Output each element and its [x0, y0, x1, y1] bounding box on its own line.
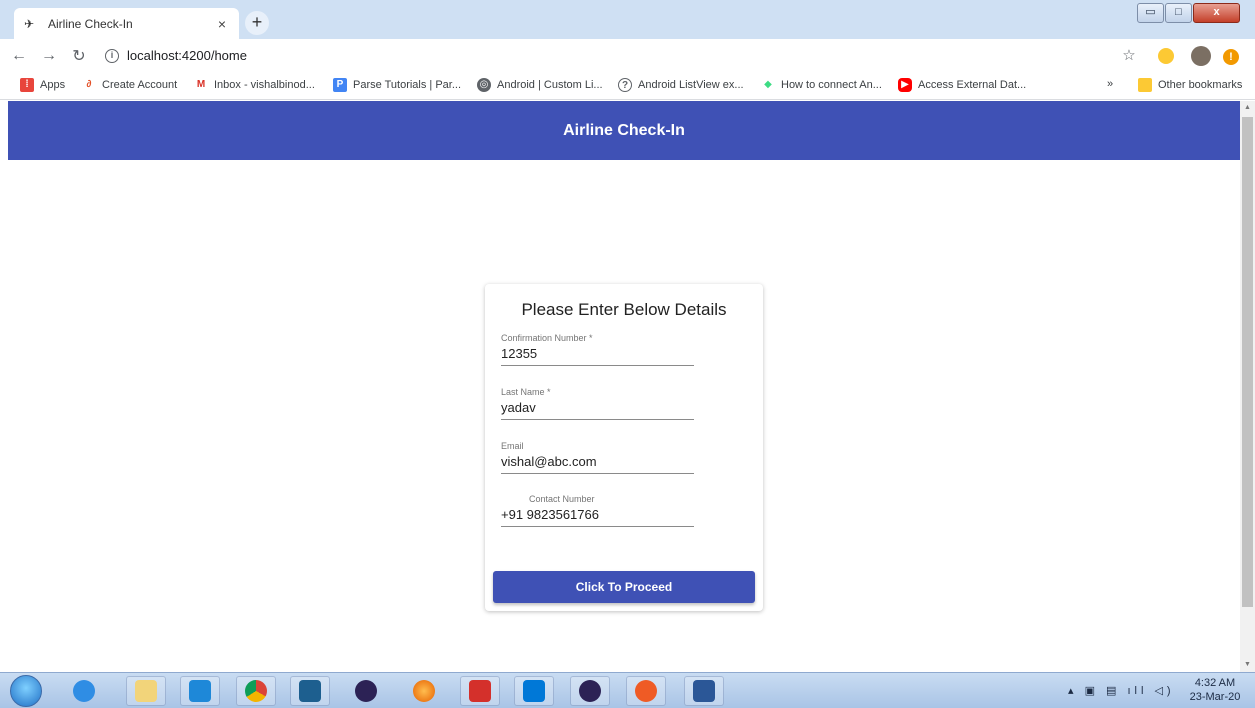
extension-key-icon[interactable]	[1155, 45, 1177, 67]
chrome-icon[interactable]	[236, 676, 276, 706]
bookmark-how-to-connect[interactable]: ◆ How to connect An...	[761, 78, 882, 92]
minimize-button[interactable]: ▭	[1137, 3, 1164, 23]
word-icon[interactable]	[684, 676, 724, 706]
apps-grid-icon: ⁞	[20, 78, 34, 92]
bookmarks-overflow-label: »	[1107, 78, 1114, 90]
scroll-up-arrow-icon[interactable]: ▲	[1240, 101, 1255, 115]
bookmarks-overflow-button[interactable]: »	[1107, 78, 1113, 90]
bookmark-label: Android | Custom Li...	[497, 79, 603, 91]
contact-number-field[interactable]: Contact Number +91 9823561766	[501, 494, 694, 527]
confirmation-number-input[interactable]: 12355	[501, 345, 694, 365]
bookmark-label: Apps	[40, 79, 66, 91]
email-label: Email	[501, 441, 524, 451]
bookmarks-bar: ⁞ Apps ∂ Create Account M Inbox - vishal…	[0, 72, 1255, 100]
site-info-icon[interactable]: i	[105, 48, 119, 63]
update-alert-icon[interactable]: !	[1220, 45, 1242, 67]
windows-taskbar: ▴ ▣ ▤ ıll ◁) 4:32 AM 23-Mar-20	[0, 672, 1255, 708]
bookmark-label: Android ListView ex...	[638, 79, 744, 91]
bookmark-label: Parse Tutorials | Par...	[353, 79, 462, 91]
profile-avatar[interactable]	[1190, 45, 1212, 67]
bookmark-android-custom[interactable]: ◎ Android | Custom Li...	[477, 78, 603, 92]
proceed-button[interactable]: Click To Proceed	[493, 571, 755, 603]
tab-close-button[interactable]: ×	[215, 16, 229, 32]
media-player-icon[interactable]	[180, 676, 220, 706]
forward-arrow-icon[interactable]: →	[38, 47, 60, 65]
scroll-down-arrow-icon[interactable]: ▼	[1240, 658, 1255, 672]
create-account-icon: ∂	[82, 78, 96, 92]
email-field[interactable]: Email vishal@abc.com	[501, 441, 694, 474]
last-name-label: Last Name *	[501, 387, 551, 397]
bookmark-label: Create Account	[102, 79, 178, 91]
clock-time: 4:32 AM	[1194, 677, 1236, 689]
gmail-icon: M	[194, 78, 208, 92]
globe-icon: ◎	[477, 78, 491, 92]
address-bar[interactable]: i localhost:4200/home	[105, 43, 1105, 68]
parse-icon: P	[333, 78, 347, 92]
reload-icon[interactable]: ↻	[68, 46, 90, 66]
bookmark-create-account[interactable]: ∂ Create Account	[82, 78, 177, 92]
bookmark-android-listview[interactable]: ? Android ListView ex...	[618, 78, 744, 92]
page-viewport: Airline Check-In Please Enter Below Deta…	[8, 101, 1240, 672]
postman-icon[interactable]	[626, 676, 666, 706]
tab-title: Airline Check-In	[48, 16, 133, 31]
acrobat-icon[interactable]	[460, 676, 500, 706]
file-explorer-icon[interactable]	[126, 676, 166, 706]
browser-tab[interactable]: ✈ Airline Check-In ×	[14, 8, 239, 39]
android-icon: ◆	[761, 78, 775, 92]
url-text: localhost:4200/home	[127, 48, 247, 63]
system-tray: ▴ ▣ ▤ ıll ◁) 4:32 AM 23-Mar-20	[1068, 673, 1255, 708]
system-clock[interactable]: 4:32 AM 23-Mar-20	[1186, 676, 1244, 704]
tray-icons[interactable]: ▴ ▣ ▤ ıll ◁)	[1068, 684, 1175, 697]
other-bookmarks[interactable]: Other bookmarks	[1138, 78, 1242, 92]
contact-number-label: Contact Number	[529, 494, 595, 504]
bookmark-parse-tutorials[interactable]: P Parse Tutorials | Par...	[333, 78, 461, 92]
browser-tab-strip: ✈ Airline Check-In × + ▭ □ x	[0, 0, 1255, 39]
firefox-icon[interactable]	[404, 676, 444, 706]
other-bookmarks-label: Other bookmarks	[1158, 79, 1243, 91]
browser-toolbar: ← → ↻ i localhost:4200/home ☆ !	[0, 39, 1255, 72]
internet-explorer-icon[interactable]	[64, 676, 104, 706]
last-name-input[interactable]: yadav	[501, 399, 694, 419]
vscode-icon[interactable]	[514, 676, 554, 706]
bookmark-star-icon[interactable]: ☆	[1118, 45, 1140, 67]
checkin-form-card: Please Enter Below Details Confirmation …	[485, 284, 763, 611]
bookmark-label: Access External Dat...	[918, 79, 1027, 91]
page-scrollbar[interactable]: ▲ ▼	[1240, 101, 1255, 672]
email-input[interactable]: vishal@abc.com	[501, 453, 694, 473]
back-arrow-icon[interactable]: ←	[8, 47, 30, 65]
bookmark-apps[interactable]: ⁞ Apps	[20, 78, 65, 92]
form-title: Please Enter Below Details	[521, 300, 727, 319]
start-button[interactable]	[10, 675, 42, 707]
eclipse-alt-icon[interactable]	[570, 676, 610, 706]
confirmation-number-label: Confirmation Number *	[501, 333, 593, 343]
app-header: Airline Check-In	[8, 101, 1240, 160]
contact-number-input[interactable]: +91 9823561766	[501, 506, 694, 526]
folder-icon	[1138, 78, 1152, 92]
new-tab-button[interactable]: +	[245, 11, 269, 35]
clock-date: 23-Mar-20	[1189, 691, 1241, 703]
eclipse-icon[interactable]	[346, 676, 386, 706]
youtube-icon: ▶	[898, 78, 912, 92]
bookmark-access-external[interactable]: ▶ Access External Dat...	[898, 78, 1026, 92]
maximize-button[interactable]: □	[1165, 3, 1192, 23]
bookmark-label: How to connect An...	[781, 79, 882, 91]
last-name-field[interactable]: Last Name * yadav	[501, 387, 694, 420]
airplane-icon: ✈	[24, 16, 35, 31]
bookmark-inbox[interactable]: M Inbox - vishalbinod...	[194, 78, 315, 92]
confirmation-number-field[interactable]: Confirmation Number * 12355	[501, 333, 694, 366]
question-icon: ?	[618, 78, 632, 92]
close-window-button[interactable]: x	[1193, 3, 1240, 23]
scroll-thumb[interactable]	[1242, 117, 1253, 607]
virtualbox-icon[interactable]	[290, 676, 330, 706]
bookmark-label: Inbox - vishalbinod...	[214, 79, 315, 91]
